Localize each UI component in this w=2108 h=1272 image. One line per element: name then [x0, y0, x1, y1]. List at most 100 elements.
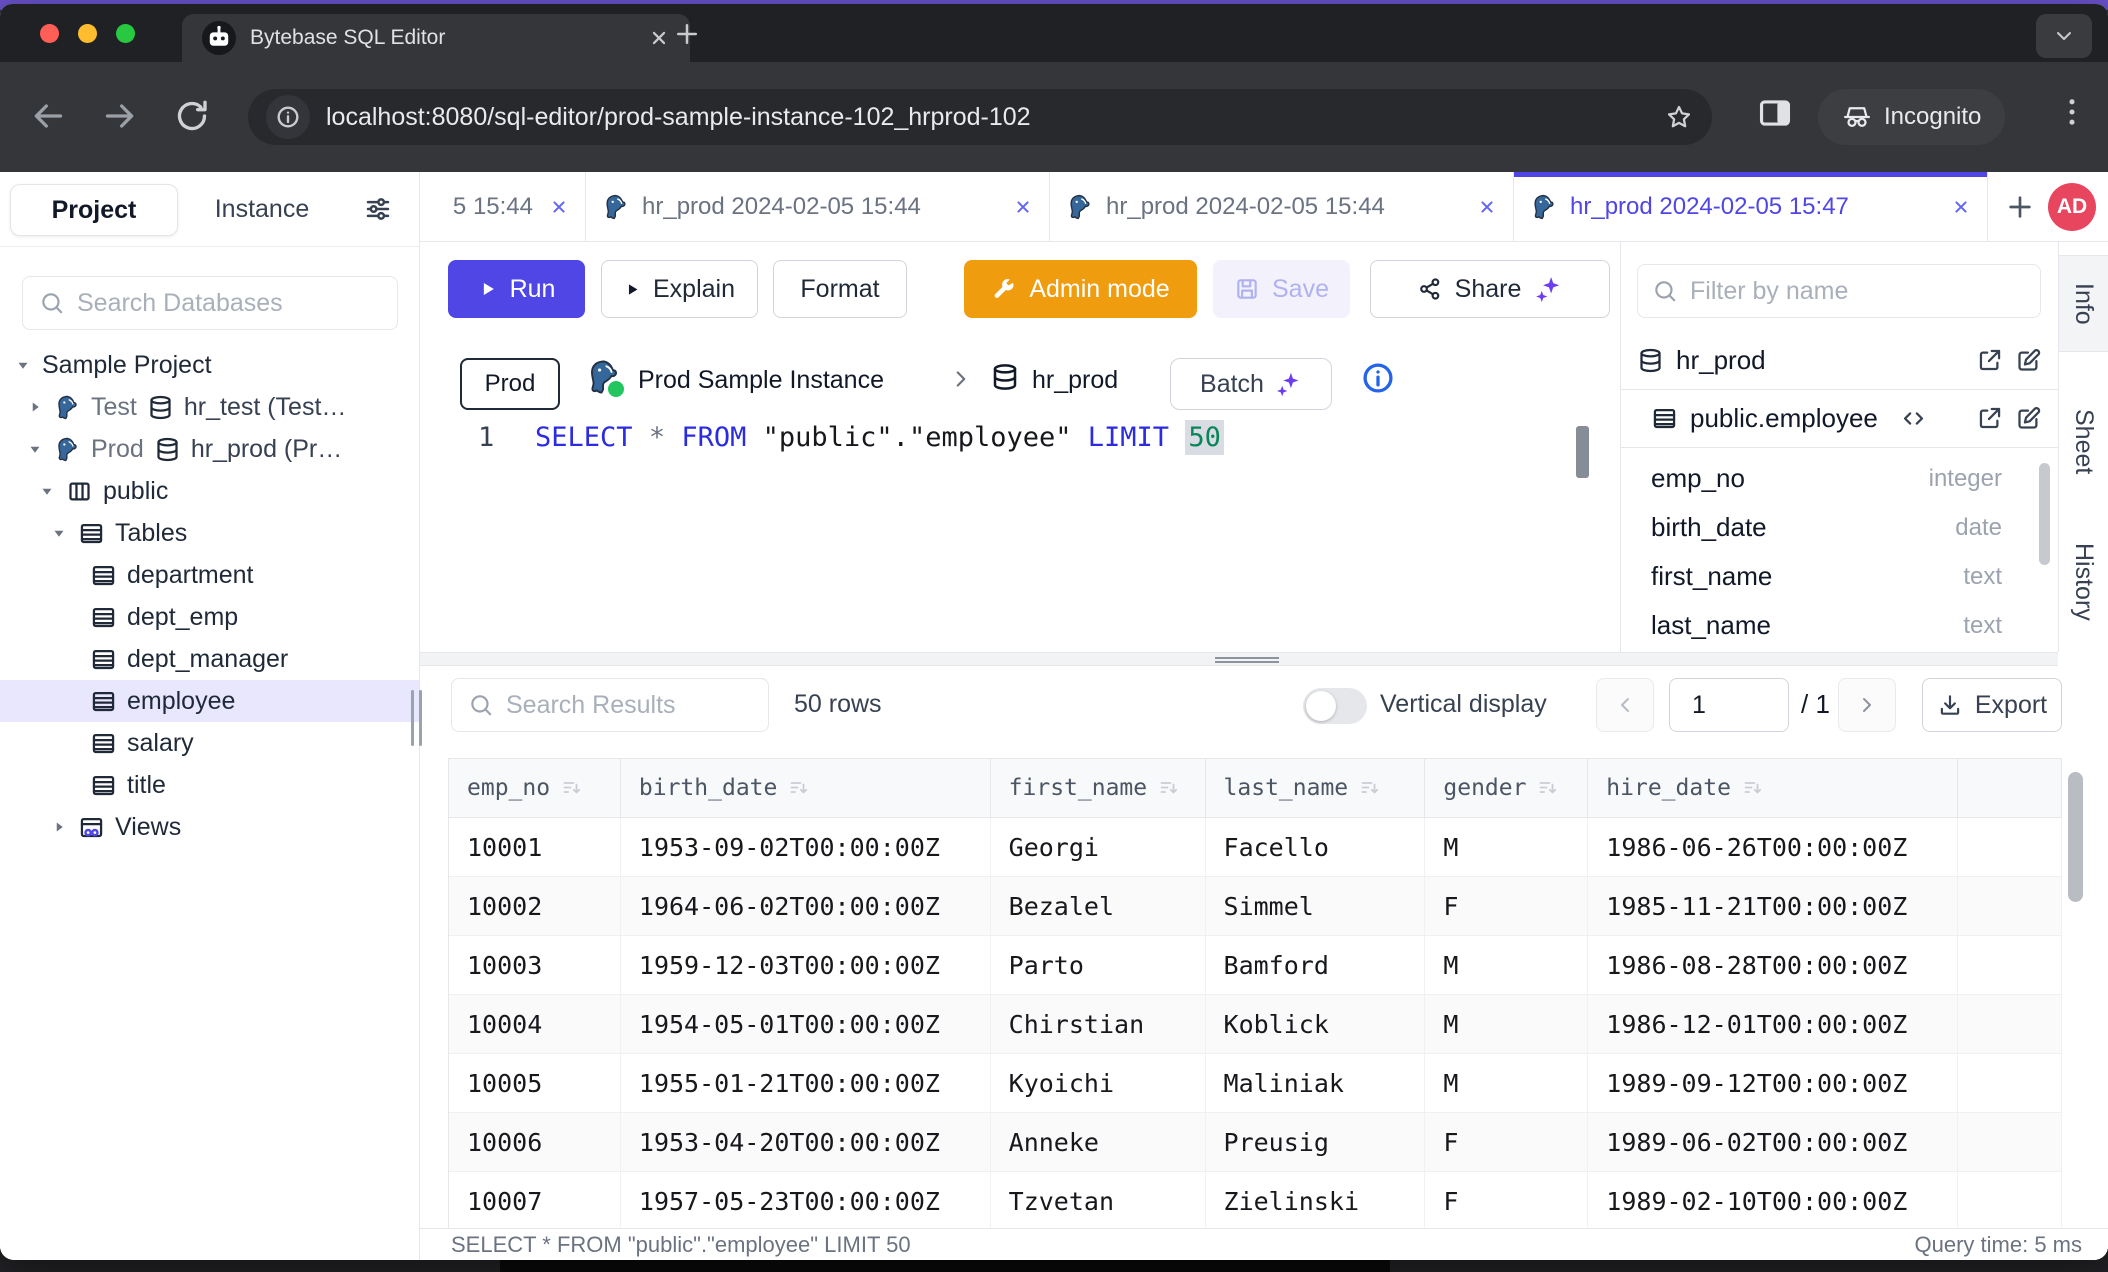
- cell[interactable]: Bezalel: [991, 877, 1206, 935]
- cell[interactable]: M: [1425, 818, 1588, 876]
- cell[interactable]: Chirstian: [991, 995, 1206, 1053]
- new-query-tab-button[interactable]: [2004, 191, 2036, 223]
- cell[interactable]: Parto: [991, 936, 1206, 994]
- caret-right-icon[interactable]: [50, 818, 68, 836]
- editor-tab-1[interactable]: 5 15:44: [420, 172, 586, 241]
- edit-icon[interactable]: [2015, 347, 2042, 374]
- tab-project[interactable]: Project: [10, 184, 178, 236]
- save-button[interactable]: Save: [1213, 260, 1350, 318]
- table-row[interactable]: 100061953-04-20T00:00:00ZAnnekePreusigF1…: [449, 1113, 2062, 1172]
- avatar[interactable]: AD: [2048, 183, 2096, 231]
- cell[interactable]: 10005: [449, 1054, 621, 1112]
- close-tab-icon[interactable]: [1477, 197, 1497, 217]
- tree-item-dept-manager[interactable]: dept_manager: [0, 638, 419, 680]
- cell[interactable]: 1986-06-26T00:00:00Z: [1588, 818, 1958, 876]
- schema-filter[interactable]: [1637, 264, 2041, 318]
- cell[interactable]: 1989-09-12T00:00:00Z: [1588, 1054, 1958, 1112]
- sql-query-line[interactable]: SELECT * FROM "public"."employee" LIMIT …: [535, 422, 1224, 453]
- tree-item-views[interactable]: Views: [0, 806, 419, 848]
- reload-button[interactable]: [172, 96, 212, 136]
- address-bar[interactable]: localhost:8080/sql-editor/prod-sample-in…: [248, 89, 1712, 145]
- cell[interactable]: Bamford: [1206, 936, 1426, 994]
- table-row[interactable]: 100071957-05-23T00:00:00ZTzvetanZielinsk…: [449, 1172, 2062, 1231]
- column-header-last_name[interactable]: last_name: [1206, 759, 1426, 817]
- schema-database-row[interactable]: hr_prod: [1621, 332, 2058, 390]
- caret-down-icon[interactable]: [14, 356, 32, 374]
- close-tab-icon[interactable]: [1951, 197, 1971, 217]
- schema-column-row[interactable]: birth_datedate: [1621, 503, 2058, 552]
- browser-tab[interactable]: Bytebase SQL Editor: [182, 14, 690, 62]
- tree-item-dept-emp[interactable]: dept_emp: [0, 596, 419, 638]
- divider-grip[interactable]: [1215, 655, 1279, 663]
- forward-button[interactable]: [100, 96, 140, 136]
- export-button[interactable]: Export: [1922, 678, 2062, 732]
- close-tab-icon[interactable]: [648, 27, 670, 49]
- edit-icon[interactable]: [2015, 405, 2042, 432]
- cell[interactable]: Preusig: [1206, 1113, 1426, 1171]
- cell[interactable]: Tzvetan: [991, 1172, 1206, 1230]
- cell[interactable]: 1955-01-21T00:00:00Z: [621, 1054, 991, 1112]
- sort-icon[interactable]: [1358, 776, 1382, 800]
- tree-item-title[interactable]: title: [0, 764, 419, 806]
- editor-tab-3[interactable]: hr_prod 2024-02-05 15:44: [1050, 172, 1514, 241]
- cell[interactable]: F: [1425, 1172, 1588, 1230]
- cell[interactable]: 1959-12-03T00:00:00Z: [621, 936, 991, 994]
- results-scrollbar[interactable]: [2068, 772, 2083, 902]
- tree-item-tables[interactable]: Tables: [0, 512, 419, 554]
- cell[interactable]: 10004: [449, 995, 621, 1053]
- next-page-button[interactable]: [1838, 678, 1896, 732]
- cell[interactable]: 1957-05-23T00:00:00Z: [621, 1172, 991, 1230]
- external-link-icon[interactable]: [1976, 347, 2003, 374]
- cell[interactable]: Maliniak: [1206, 1054, 1426, 1112]
- schema-column-row[interactable]: first_nametext: [1621, 552, 2058, 601]
- minimize-window-button[interactable]: [78, 24, 97, 43]
- cell[interactable]: 1986-08-28T00:00:00Z: [1588, 936, 1958, 994]
- cell[interactable]: M: [1425, 1054, 1588, 1112]
- column-header-first_name[interactable]: first_name: [991, 759, 1206, 817]
- code-icon[interactable]: [1900, 405, 1927, 432]
- tab-history[interactable]: History: [2059, 528, 2108, 635]
- search-databases-input[interactable]: [77, 289, 381, 318]
- cell[interactable]: Georgi: [991, 818, 1206, 876]
- table-row[interactable]: 100041954-05-01T00:00:00ZChirstianKoblic…: [449, 995, 2062, 1054]
- cell[interactable]: F: [1425, 877, 1588, 935]
- ai-sparkles-icon[interactable]: [1533, 274, 1563, 304]
- table-row[interactable]: 100051955-01-21T00:00:00ZKyoichiMaliniak…: [449, 1054, 2062, 1113]
- tree-item-department[interactable]: department: [0, 554, 419, 596]
- explain-button[interactable]: Explain: [601, 260, 758, 318]
- results-search[interactable]: [451, 678, 769, 732]
- tab-info[interactable]: Info: [2059, 255, 2108, 352]
- tab-search-button[interactable]: [2036, 14, 2092, 58]
- external-link-icon[interactable]: [1976, 405, 2003, 432]
- batch-button[interactable]: Batch: [1170, 358, 1332, 410]
- back-button[interactable]: [28, 96, 68, 136]
- filter-settings-icon[interactable]: [363, 194, 393, 224]
- close-tab-icon[interactable]: [549, 197, 569, 217]
- cell[interactable]: 1953-04-20T00:00:00Z: [621, 1113, 991, 1171]
- cell[interactable]: 1964-06-02T00:00:00Z: [621, 877, 991, 935]
- sidebar-resize-handle[interactable]: [411, 690, 422, 746]
- table-row[interactable]: 100011953-09-02T00:00:00ZGeorgiFacelloM1…: [449, 818, 2062, 877]
- breadcrumb-instance[interactable]: Prod Sample Instance: [638, 366, 884, 395]
- cell[interactable]: M: [1425, 995, 1588, 1053]
- editor-tab-4[interactable]: hr_prod 2024-02-05 15:47: [1514, 172, 1988, 241]
- sort-icon[interactable]: [787, 776, 811, 800]
- panel-divider[interactable]: [420, 652, 2058, 666]
- cell[interactable]: M: [1425, 936, 1588, 994]
- run-button[interactable]: Run: [448, 260, 585, 318]
- cell[interactable]: 10002: [449, 877, 621, 935]
- column-header-emp_no[interactable]: emp_no: [449, 759, 621, 817]
- editor-scrollbar[interactable]: [1576, 426, 1589, 478]
- cell[interactable]: 1954-05-01T00:00:00Z: [621, 995, 991, 1053]
- cell[interactable]: 1985-11-21T00:00:00Z: [1588, 877, 1958, 935]
- cell[interactable]: 10006: [449, 1113, 621, 1171]
- caret-down-icon[interactable]: [38, 482, 56, 500]
- site-info-button[interactable]: [266, 95, 310, 139]
- vertical-display-toggle[interactable]: [1303, 688, 1367, 724]
- close-window-button[interactable]: [40, 24, 59, 43]
- tree-item-sample-project[interactable]: Sample Project: [0, 344, 419, 386]
- database-search[interactable]: [22, 276, 398, 330]
- cell[interactable]: Anneke: [991, 1113, 1206, 1171]
- schema-table-row[interactable]: public.employee: [1621, 390, 2058, 448]
- cell[interactable]: Simmel: [1206, 877, 1426, 935]
